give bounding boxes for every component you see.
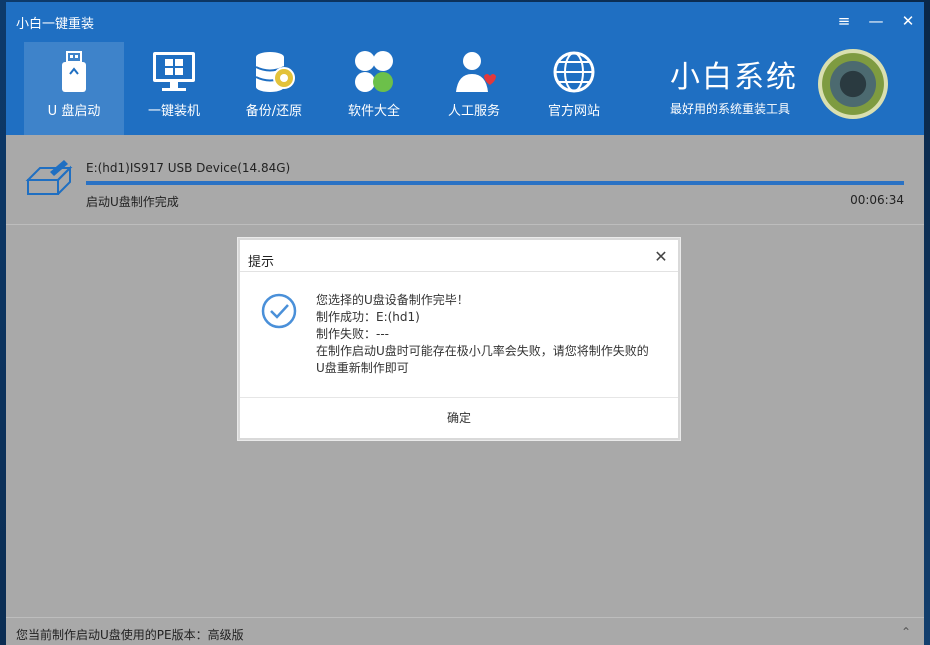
nav-label: 备份/还原 bbox=[245, 104, 303, 119]
window-title: 小白一键重装 bbox=[16, 17, 95, 32]
clover-apps-icon bbox=[355, 51, 393, 92]
device-name: E:(hd1)IS917 USB Device(14.84G) bbox=[86, 161, 291, 175]
progress-fill bbox=[86, 181, 904, 185]
dialog-footer: 确定 bbox=[240, 397, 678, 438]
menu-icon[interactable]: ≡ bbox=[833, 10, 855, 32]
progress-bar bbox=[86, 181, 904, 185]
usb-drive-icon bbox=[62, 51, 86, 92]
brand-name: 小白系统 bbox=[670, 60, 798, 95]
nav-support[interactable]: 人工服务 bbox=[424, 42, 524, 135]
status-bar: 您当前制作启动U盘使用的PE版本：高级版 ⌃ bbox=[6, 617, 924, 645]
nav-backup-restore[interactable]: 备份/还原 bbox=[224, 42, 324, 135]
header: 小白一键重装 ≡ — ✕ U 盘启动 一键装机 备份/还原 软件大全 人工服务 … bbox=[6, 2, 924, 135]
monitor-windows-icon bbox=[153, 52, 195, 91]
device-panel: E:(hd1)IS917 USB Device(14.84G) 启动U盘制作完成… bbox=[6, 135, 924, 225]
message-line: 您选择的U盘设备制作完毕！ bbox=[316, 293, 469, 307]
nav-one-click-install[interactable]: 一键装机 bbox=[124, 42, 224, 135]
minimize-button[interactable]: — bbox=[865, 10, 887, 32]
dialog-close-button[interactable]: ✕ bbox=[652, 248, 670, 266]
nav-label: 官方网站 bbox=[547, 104, 600, 119]
dialog-title: 提示 bbox=[248, 255, 275, 270]
close-window-button[interactable]: ✕ bbox=[897, 10, 919, 32]
database-backup-icon bbox=[255, 52, 295, 92]
message-line: 制作失败：--- bbox=[316, 327, 389, 341]
nav-label: 一键装机 bbox=[147, 104, 200, 119]
nav-software[interactable]: 软件大全 bbox=[324, 42, 424, 135]
ok-button[interactable]: 确定 bbox=[409, 406, 509, 430]
person-heart-icon bbox=[456, 52, 496, 92]
dialog-header: 提示 ✕ bbox=[240, 240, 678, 272]
globe-icon bbox=[553, 51, 595, 93]
brand: 小白系统 最好用的系统重装工具 bbox=[670, 52, 798, 117]
prompt-dialog: 提示 ✕ 您选择的U盘设备制作完毕！ 制作成功：E:(hd1) 制作失败：---… bbox=[240, 240, 678, 438]
nav-label: U 盘启动 bbox=[47, 104, 101, 119]
pe-version-text: 您当前制作启动U盘使用的PE版本：高级版 bbox=[16, 628, 244, 642]
logo-icon bbox=[818, 49, 888, 119]
message-line: U盘重新制作即可 bbox=[316, 361, 409, 375]
success-check-icon bbox=[261, 293, 297, 329]
main-nav: U 盘启动 一键装机 备份/还原 软件大全 人工服务 官方网站 bbox=[24, 42, 624, 135]
brand-slogan: 最好用的系统重装工具 bbox=[670, 102, 791, 116]
message-line: 制作成功：E:(hd1) bbox=[316, 310, 420, 324]
usb-write-icon bbox=[25, 160, 73, 195]
elapsed-time: 00:06:34 bbox=[850, 193, 904, 207]
nav-label: 软件大全 bbox=[347, 104, 400, 119]
nav-usb-boot[interactable]: U 盘启动 bbox=[24, 42, 124, 135]
scroll-up-icon[interactable]: ⌃ bbox=[898, 624, 914, 640]
dialog-message: 您选择的U盘设备制作完毕！ 制作成功：E:(hd1) 制作失败：--- 在制作启… bbox=[316, 292, 666, 377]
status-text: 启动U盘制作完成 bbox=[86, 195, 179, 209]
message-line: 在制作启动U盘时可能存在极小几率会失败，请您将制作失败的 bbox=[316, 344, 649, 358]
nav-website[interactable]: 官方网站 bbox=[524, 42, 624, 135]
nav-label: 人工服务 bbox=[447, 104, 500, 119]
